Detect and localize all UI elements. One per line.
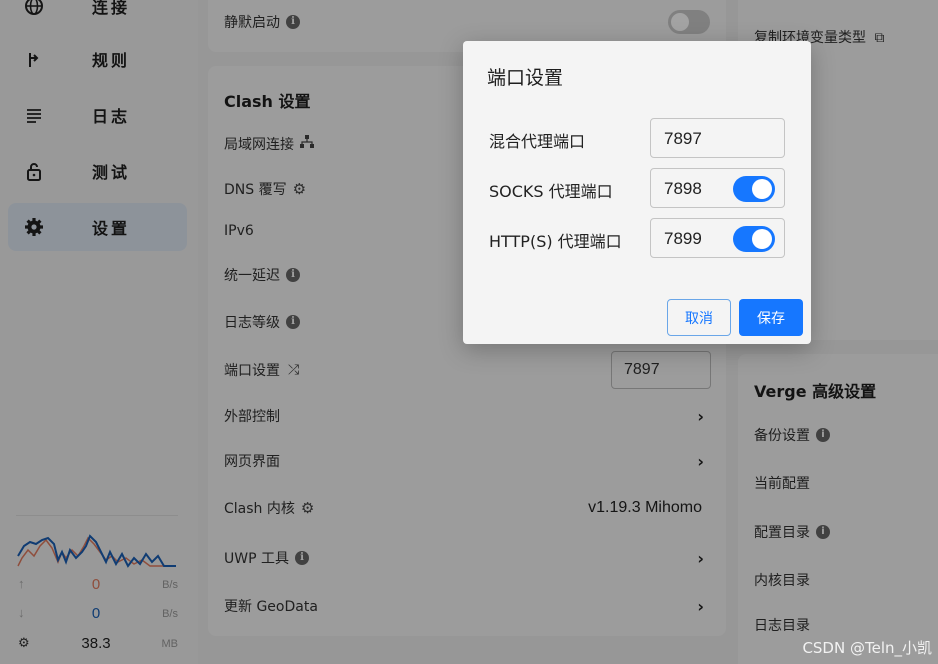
port-settings-dialog: 端口设置 混合代理端口 7897 SOCKS 代理端口 7898 HTTP(S)… <box>463 41 811 344</box>
save-button[interactable]: 保存 <box>739 299 803 336</box>
http-port-input[interactable]: 7899 <box>650 218 785 258</box>
mixed-port-label: 混合代理端口 <box>489 132 586 151</box>
socks-port-toggle[interactable] <box>733 176 775 202</box>
socks-port-row: SOCKS 代理端口 7898 <box>489 168 789 208</box>
dialog-title: 端口设置 <box>487 67 564 89</box>
http-port-toggle[interactable] <box>733 226 775 252</box>
mixed-port-row: 混合代理端口 7897 <box>489 118 789 158</box>
mixed-port-value: 7897 <box>664 129 702 148</box>
socks-port-input[interactable]: 7898 <box>650 168 785 208</box>
http-port-value: 7899 <box>664 229 702 248</box>
mixed-port-input[interactable]: 7897 <box>650 118 785 158</box>
watermark: CSDN @Teln_小凯 <box>802 639 932 657</box>
http-port-row: HTTP(S) 代理端口 7899 <box>489 218 789 258</box>
socks-port-value: 7898 <box>664 179 702 198</box>
cancel-button[interactable]: 取消 <box>667 299 731 336</box>
socks-port-label: SOCKS 代理端口 <box>489 182 613 201</box>
http-port-label: HTTP(S) 代理端口 <box>489 232 622 251</box>
